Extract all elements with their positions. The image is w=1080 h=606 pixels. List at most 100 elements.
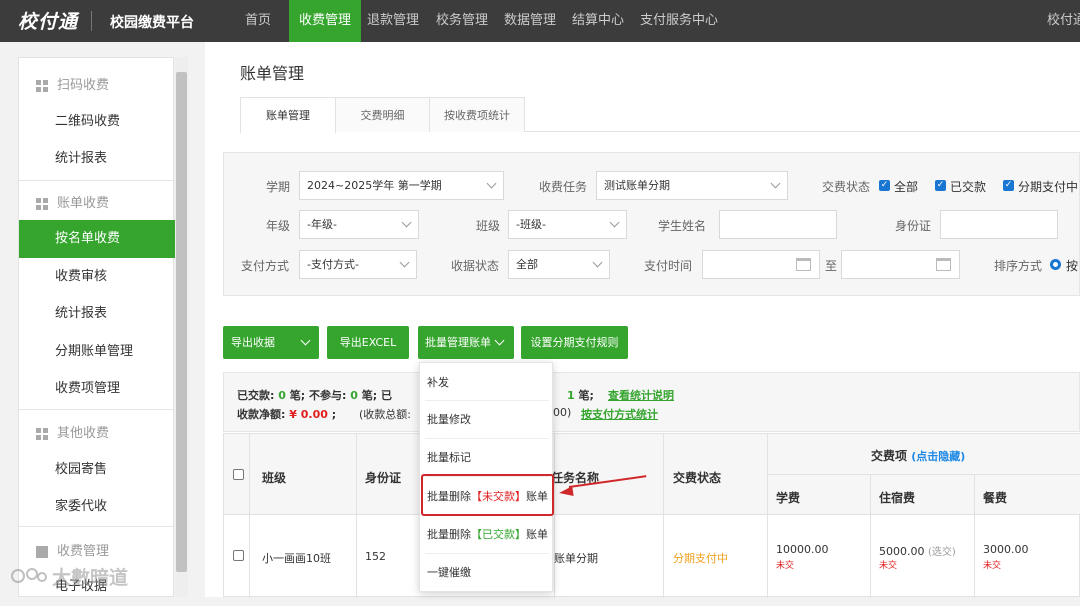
column-divider — [249, 434, 250, 598]
sidebar-item-qr-payment[interactable]: 二维码收费 — [19, 103, 175, 141]
cell-meal: 3000.00 — [983, 543, 1029, 556]
sidebar-group-other-payment[interactable]: 其他收费 — [19, 415, 175, 453]
pay-method-select[interactable]: -支付方式- — [299, 250, 417, 279]
nav-fee-management[interactable]: 收费管理 — [289, 0, 362, 42]
sidebar-divider — [19, 526, 175, 527]
grid-icon — [36, 198, 48, 210]
sidebar-group-label: 收费管理 — [57, 544, 110, 559]
sidebar-item-stats-report-2[interactable]: 统计报表 — [19, 295, 175, 333]
menu-item-batch-edit[interactable]: 批量修改 — [420, 401, 554, 439]
chevron-down-icon — [494, 335, 505, 346]
status-label: 交费状态 — [822, 180, 871, 194]
sidebar-group-scan-payment[interactable]: 扫码收费 — [19, 67, 175, 105]
class-label: 班级 — [476, 219, 501, 233]
tab-fee-item-stats[interactable]: 按收费项统计 — [429, 97, 525, 132]
sidebar-item-stats-report[interactable]: 统计报表 — [19, 140, 175, 178]
pay-time-to-label: 至 — [825, 259, 838, 273]
page-title: 账单管理 — [240, 64, 305, 83]
set-installment-rules-button[interactable]: 设置分期支付规则 — [521, 326, 628, 359]
id-card-input[interactable] — [940, 210, 1058, 239]
pay-time-end-input[interactable] — [841, 250, 960, 279]
tab-payment-details[interactable]: 交费明细 — [335, 97, 430, 132]
calendar-icon — [796, 258, 811, 271]
grade-select-value: -年级- — [307, 218, 337, 231]
grade-select[interactable]: -年级- — [299, 210, 419, 239]
sort-label: 排序方式 — [994, 259, 1043, 273]
chevron-down-icon — [592, 257, 603, 268]
chevron-down-icon — [300, 335, 311, 346]
sidebar-item-roster-payment[interactable]: 按名单收费 — [19, 220, 175, 258]
export-excel-button[interactable]: 导出EXCEL — [327, 326, 409, 359]
tab-bar: 账单管理 交费明细 按收费项统计 — [240, 97, 1080, 133]
row-checkbox[interactable] — [233, 550, 244, 561]
receipt-status-label: 收据状态 — [451, 259, 500, 273]
export-receipt-button[interactable]: 导出收据 — [223, 326, 319, 359]
sidebar-scrollbar-thumb[interactable] — [176, 72, 187, 572]
id-card-label: 身份证 — [895, 219, 932, 233]
filter-panel: 学期 2024~2025学年 第一学期 收费任务 测试账单分期 交费状态 ✓ 全… — [223, 152, 1080, 296]
student-name-label: 学生姓名 — [658, 219, 707, 233]
view-stats-explanation-link[interactable]: 查看统计说明 — [608, 387, 674, 403]
summary-paid-count: 0 — [278, 389, 286, 402]
nav-school-affairs[interactable]: 校务管理 — [436, 0, 488, 42]
select-all-checkbox[interactable] — [233, 469, 244, 480]
status-installment-checkbox[interactable]: ✓ — [1003, 180, 1014, 191]
summary-net-value: ¥ 0.00 — [289, 408, 328, 421]
sidebar-item-installment-bills[interactable]: 分期账单管理 — [19, 333, 175, 371]
summary-net-label: 收款净额: — [237, 408, 286, 421]
sidebar-group-bill-payment[interactable]: 账单收费 — [19, 185, 175, 223]
term-label: 学期 — [266, 180, 291, 194]
cell-lodging-amount: 5000.00 — [879, 545, 925, 558]
sidebar-item-parent-collection[interactable]: 家委代收 — [19, 488, 175, 526]
class-select-value: -班级- — [516, 218, 546, 231]
summary-total-prefix: (收款总额: — [359, 408, 411, 421]
cell-task-name: 账单分期 — [554, 552, 598, 565]
task-select-value: 测试账单分期 — [604, 179, 670, 192]
nav-refund-management[interactable]: 退款管理 — [367, 0, 419, 42]
nav-home[interactable]: 首页 — [245, 0, 271, 42]
pay-method-label: 支付方式 — [241, 259, 290, 273]
batch-manage-label: 批量管理账单 — [425, 336, 491, 349]
menu-item-tag-paid: 【已交款】 — [471, 528, 526, 541]
annotation-highlight-box — [421, 474, 554, 516]
grid-icon — [36, 80, 48, 92]
batch-manage-button[interactable]: 批量管理账单 — [418, 326, 514, 359]
watermark-text: 大數暗道 — [52, 567, 129, 589]
pay-time-start-input[interactable] — [702, 250, 820, 279]
top-navbar: 校付通 校园缴费平台 首页 收费管理 退款管理 校务管理 数据管理 结算中心 支… — [0, 0, 1080, 42]
nav-payment-service-center[interactable]: 支付服务中心 — [640, 0, 718, 42]
sidebar-item-fee-items[interactable]: 收费项管理 — [19, 370, 175, 408]
annotation-arrow-icon — [558, 486, 574, 498]
summary-total-suffix: 00) — [553, 406, 572, 419]
user-menu[interactable]: 校付通 — [1047, 0, 1080, 42]
header-id-card: 身份证 — [365, 471, 402, 485]
export-receipt-label: 导出收据 — [231, 336, 275, 349]
class-select[interactable]: -班级- — [508, 210, 627, 239]
cell-payment-status: 分期支付中 — [673, 552, 728, 565]
column-divider — [554, 434, 555, 598]
stats-by-pay-method-link[interactable]: 按支付方式统计 — [581, 406, 658, 422]
term-select[interactable]: 2024~2025学年 第一学期 — [299, 171, 504, 200]
sidebar-group-label: 扫码收费 — [57, 78, 110, 93]
nav-data-management[interactable]: 数据管理 — [504, 0, 556, 42]
menu-item-delete-paid[interactable]: 批量删除【已交款】账单 — [420, 516, 554, 554]
receipt-status-select[interactable]: 全部 — [508, 250, 610, 279]
tab-bill-management[interactable]: 账单管理 — [240, 97, 336, 133]
sort-radio[interactable] — [1050, 259, 1061, 270]
menu-item-batch-mark[interactable]: 批量标记 — [420, 439, 554, 477]
status-all-checkbox[interactable]: ✓ — [879, 180, 890, 191]
summary-paid-label: 已交款: — [237, 389, 275, 402]
menu-item-reissue[interactable]: 补发 — [420, 364, 554, 402]
nav-settlement-center[interactable]: 结算中心 — [572, 0, 624, 42]
menu-item-one-click-remind[interactable]: 一键催缴 — [420, 554, 554, 592]
sort-option-label: 按 — [1066, 259, 1079, 273]
hide-fee-items-link[interactable]: (点击隐藏) — [911, 450, 965, 463]
sidebar-group-label: 其他收费 — [57, 426, 110, 441]
student-name-input[interactable] — [719, 210, 837, 239]
sidebar-item-fee-review[interactable]: 收费审核 — [19, 258, 175, 296]
summary-net: 收款净额: ¥ 0.00 ; — [237, 406, 336, 422]
column-divider — [356, 434, 357, 598]
task-select[interactable]: 测试账单分期 — [596, 171, 788, 200]
sidebar-item-campus-consignment[interactable]: 校园寄售 — [19, 451, 175, 489]
status-paid-checkbox[interactable]: ✓ — [935, 180, 946, 191]
